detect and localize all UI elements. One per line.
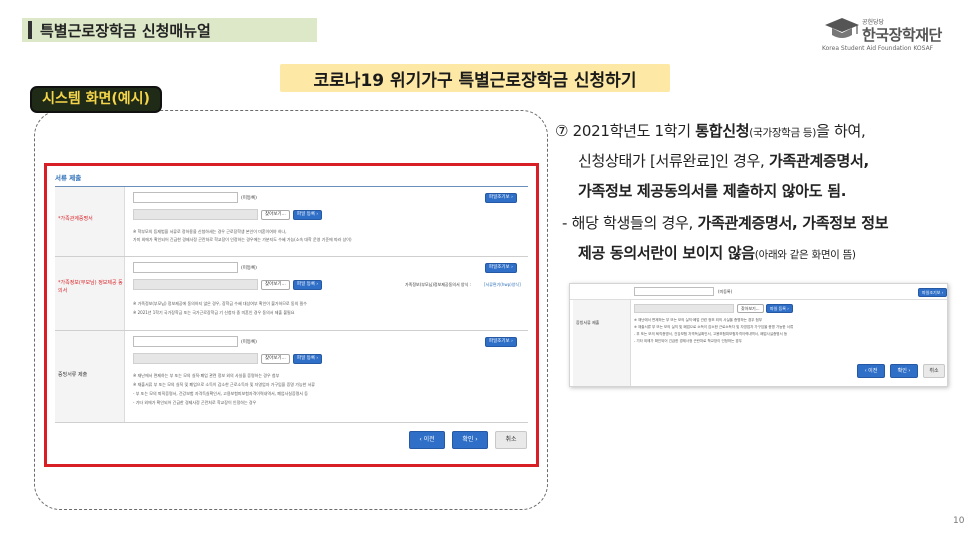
view-file-button[interactable]: 파일조기보 › (918, 288, 948, 297)
confirm-button[interactable]: 확인 › (890, 364, 918, 378)
instruction-line-2: 신청상태가 [서류완료]인 경우, 가족관계증명서, (578, 152, 869, 170)
row-note: - 기타 외에가 확인되어 긴급한 경제사정 곤란처로 학교장이 인정하는 경우 (133, 400, 257, 405)
row-note: ※ 가족정보(부모님) 정보제공에 동의하지 않은 경우, 장학금 수혜 대상여… (133, 301, 307, 306)
row-label: *가족정보(부모님) 정보제공 동의서 (58, 280, 123, 294)
consent-form-template-text: 가족정보(부모님)정보제공동의서 양식 : (405, 282, 471, 287)
row-label: *가족관계증명서 (58, 216, 93, 222)
proof-only-screenshot: (미등록) 파일조기보 › 증빙서류 제출 찾아보기... 파일 등록 › ※ … (569, 283, 948, 387)
confirm-button[interactable]: 확인 › (452, 431, 488, 449)
row-note: ※ 재출서류 부 또는 모의 실직 및 폐업으로 소득이 감소한 근로소득자 및… (133, 382, 315, 387)
instruction-line-5: 제공 동의서란이 보이지 않음(아래와 같은 화면이 뜸) (578, 244, 856, 262)
form-row-proof-documents: 증빙서류 제출 (미등록) 파일조기보 › 찾아보기... 파일 등록 › ※ … (55, 331, 528, 423)
browse-button[interactable]: 찾아보기... (737, 304, 764, 313)
row-note: - 부 또는 모의 퇴직증명서, 건강보험 자격득실확인서, 고용보험피보험자격… (133, 391, 308, 396)
header-marker (28, 21, 32, 39)
row-note: ※ 재난에서 면제하는 부 또는 모의 실직·폐업 관련 정보 외의 사실을 증… (634, 318, 762, 322)
row-note: 가미 외에가 확인되어 긴급한 경제사정 곤란처로 학교장이 인정하는 경우에는… (133, 237, 352, 242)
prev-button[interactable]: ‹ 이전 (857, 364, 885, 378)
row-label: 증빙서류 제출 (576, 320, 600, 325)
unregistered-text: (미등록) (241, 266, 257, 271)
row-note: ※ 재난에서 면제하는 부 또는 모의 실직·폐업 관련 정보 외의 사실을 증… (133, 373, 280, 378)
file-name-input[interactable] (133, 336, 238, 347)
view-file-button[interactable]: 파일조기보 › (485, 263, 517, 273)
instruction-line-1: ⑦ 2021학년도 1학기 통합신청(국가장학금 등)을 하여, (555, 122, 866, 140)
browse-button[interactable]: 찾아보기... (261, 210, 290, 220)
logo-english: Korea Student Aid Foundation KOSAF (822, 45, 934, 52)
file-path-input[interactable] (133, 353, 258, 364)
file-name-input[interactable] (133, 262, 238, 273)
browse-button[interactable]: 찾아보기... (261, 354, 290, 364)
row-note: - 부 또는 모의 퇴직증명서, 건강보험 자격득실확인서, 고용보험피보험자격… (634, 332, 788, 336)
register-file-button[interactable]: 파일 등록 › (766, 304, 793, 313)
browse-button[interactable]: 찾아보기... (261, 280, 290, 290)
page-number: 10 (953, 516, 965, 526)
file-path-input[interactable] (634, 304, 734, 313)
row-note: ※ 2021년 1학기 국가장학금 또는 국가근로장학금 기 신청자 중 미혼인… (133, 310, 295, 315)
section-title: 서류 제출 (55, 172, 528, 187)
kosaf-logo: 공헌당당 한국장학재단 Korea Student Aid Foundation… (820, 14, 960, 56)
row-label-cell: 증빙서류 제출 (573, 300, 631, 386)
row-label-cell: *가족관계증명서 (55, 187, 125, 256)
unregistered-text: (미등록) (241, 196, 257, 201)
cancel-button[interactable]: 취소 (495, 431, 527, 449)
instruction-line-3: 가족정보 제공동의서를 제출하지 않아도 됨. (578, 182, 847, 200)
register-file-button[interactable]: 파일 등록 › (293, 210, 323, 220)
register-file-button[interactable]: 파일 등록 › (293, 280, 323, 290)
instruction-line-4: - 해당 학생들의 경우, 가족관계증명서, 가족정보 정보 (562, 214, 889, 232)
cancel-button[interactable]: 취소 (923, 364, 945, 378)
consent-form-template-link[interactable]: [서류편기(hwp)양식] (484, 282, 521, 288)
main-title: 코로나19 위기가구 특별근로장학금 신청하기 (313, 71, 637, 91)
form-row-family-certificate: *가족관계증명서 (미등록) 파일조기보 › 찾아보기... 파일 등록 › ※… (55, 187, 528, 257)
prev-button[interactable]: ‹ 이전 (409, 431, 445, 449)
file-path-input[interactable] (133, 209, 258, 220)
row-note: - 기타 외에가 확인되어 긴급한 경제사정 곤란처로 학교장이 인정하는 경우 (634, 339, 742, 343)
file-path-input[interactable] (133, 279, 258, 290)
row-label: 증빙서류 제출 (58, 372, 88, 378)
logo-name: 한국장학재단 (862, 26, 942, 44)
file-name-input[interactable] (133, 192, 238, 203)
view-file-button[interactable]: 파일조기보 › (485, 337, 517, 347)
document-submit-screenshot: 서류 제출 *가족관계증명서 (미등록) 파일조기보 › 찾아보기... 파일 … (44, 163, 539, 467)
view-file-button[interactable]: 파일조기보 › (485, 193, 517, 203)
graduation-cap-icon (825, 18, 859, 38)
row-label-cell: *가족정보(부모님) 정보제공 동의서 (55, 257, 125, 330)
unregistered-text: (미등록) (718, 289, 733, 294)
register-file-button[interactable]: 파일 등록 › (293, 354, 323, 364)
header-title: 특별근로장학금 신청매뉴얼 (40, 22, 211, 40)
row-note: ※ 재출서류 부 또는 모의 실직 및 폐업으로 소득이 감소한 근로소득자 및… (634, 325, 794, 329)
file-name-input[interactable] (634, 287, 714, 296)
system-screen-label: 시스템 화면(예시) (30, 86, 162, 113)
unregistered-text: (미등록) (241, 340, 257, 345)
row-note: ※ 학부모의 등재법을 서류로 정하용을 신청하세는 경우 근로장학생 본인이 … (133, 229, 287, 234)
form-row-consent-form: *가족정보(부모님) 정보제공 동의서 (미등록) 파일조기보 › 찾아보기..… (55, 257, 528, 331)
row-label-cell: 증빙서류 제출 (55, 331, 125, 422)
